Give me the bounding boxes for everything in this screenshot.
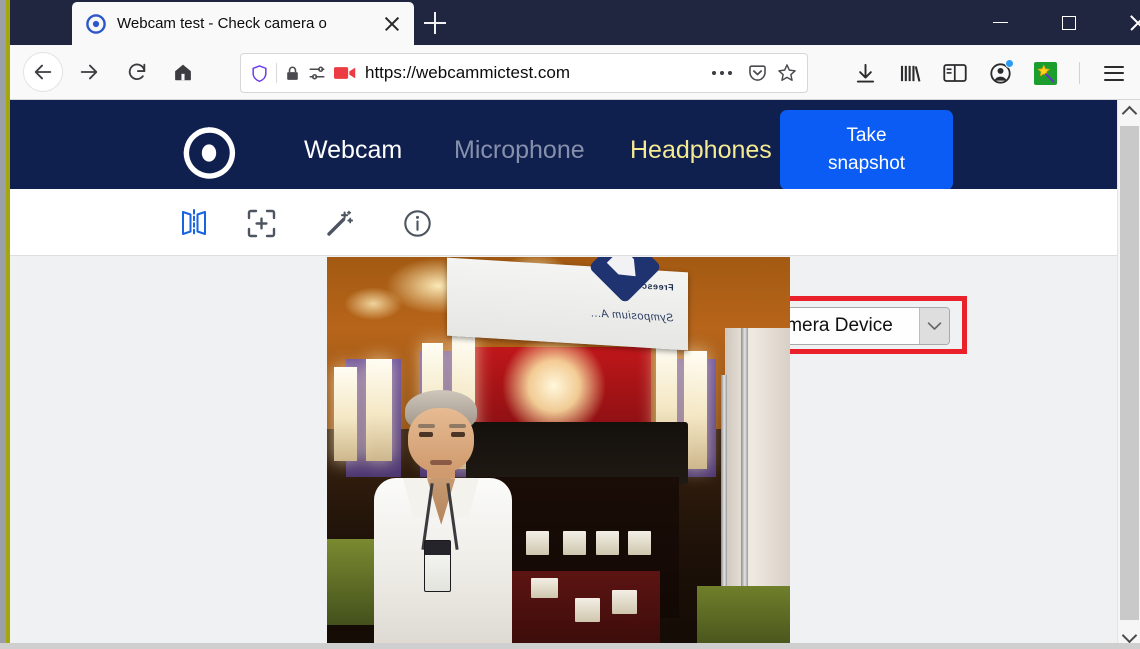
person-badge [424,540,451,592]
scrollbar-thumb[interactable] [1120,126,1139,620]
person-brow-left [449,424,466,428]
back-arrow-icon [32,61,54,83]
video-tools-row [10,189,1117,256]
person-eye-right [419,432,433,438]
page-content: Webcam Microphone Headphones Take snapsh… [10,100,1117,649]
scene-product-box-2 [596,531,619,555]
take-snapshot-line2: snapshot [828,150,905,178]
forward-button[interactable] [69,52,109,92]
chevron-down-icon [1122,628,1138,644]
url-text[interactable]: https://webcammictest.com [365,63,704,83]
info-icon[interactable] [401,207,433,239]
scene-product-box-1 [628,531,651,555]
scene-green-floor-left [697,586,790,649]
take-snapshot-line1: Take [846,122,886,150]
webcam-test-favicon [86,14,106,34]
site-nav-microphone[interactable]: Microphone [454,136,585,165]
tab-title: Webcam test - Check camera o [117,15,378,32]
fullscreen-icon[interactable] [245,207,277,239]
app-menu-icon[interactable] [1095,54,1133,92]
toolbar-divider [1079,62,1080,84]
window-bottom-edge [0,643,1140,649]
reload-icon [126,61,148,83]
window-close-button[interactable] [1115,0,1140,45]
library-icon[interactable] [891,54,929,92]
close-icon [1129,14,1140,32]
site-nav-webcam[interactable]: Webcam [304,136,402,165]
lock-icon[interactable] [284,65,301,82]
browser-tab[interactable]: Webcam test - Check camera o [72,2,414,45]
scene-product-box-5 [612,590,637,614]
window-maximize-button[interactable] [1046,0,1092,45]
page-scrollbar[interactable] [1117,100,1140,649]
download-icon[interactable] [846,54,884,92]
extension-icon[interactable] [1026,54,1064,92]
window-minimize-button[interactable] [977,0,1023,45]
pocket-icon[interactable] [747,63,768,84]
camera-icon[interactable] [334,65,356,81]
account-notification-dot [1005,59,1014,68]
bookmark-star-icon[interactable] [776,62,798,84]
sidebar-icon[interactable] [936,54,974,92]
scene-product-box-7 [531,578,559,598]
webcam-video-preview[interactable]: Freescale Symposium A... [327,257,790,649]
scene-product-box-3 [563,531,586,555]
browser-toolbar-icons [846,53,1133,93]
address-bar[interactable]: https://webcammictest.com [240,53,808,93]
account-icon[interactable] [981,54,1019,92]
person-eye-left [451,432,465,438]
home-icon [172,61,194,83]
scroll-up-button[interactable] [1118,100,1140,123]
minimize-icon [993,22,1008,24]
scene-product-box-6 [575,598,600,622]
magic-wand-icon[interactable] [323,207,355,239]
page-actions-icon[interactable] [704,71,740,75]
webcammictest-logo[interactable] [182,126,236,180]
scene-product-box-4 [526,531,549,555]
site-nav-headphones[interactable]: Headphones [630,136,772,165]
chevron-up-icon [1122,106,1138,122]
scene-banner-line2: Symposium A... [590,307,674,324]
reload-button[interactable] [117,52,157,92]
back-button[interactable] [23,52,63,92]
video-frame: Freescale Symposium A... [327,257,790,649]
shield-icon[interactable] [250,64,269,83]
scene-light-panel-6 [334,367,357,461]
person-mouth [430,460,452,465]
title-bar: Webcam test - Check camera o [10,0,1140,45]
new-tab-button[interactable] [414,4,456,42]
browser-window: Webcam test - Check camera o [0,0,1140,649]
take-snapshot-button[interactable]: Take snapshot [780,110,953,190]
urlbar-divider [276,63,277,83]
scene-person [364,390,521,649]
maximize-icon [1062,16,1076,30]
tab-close-icon[interactable] [380,12,404,36]
person-brow-right [418,424,435,428]
home-button[interactable] [163,52,203,92]
mirror-icon[interactable] [178,207,210,239]
browser-navigation-toolbar: https://webcammictest.com [10,45,1140,100]
forward-arrow-icon [78,61,100,83]
permissions-icon[interactable] [308,64,326,82]
chevron-down-icon[interactable] [919,308,949,344]
